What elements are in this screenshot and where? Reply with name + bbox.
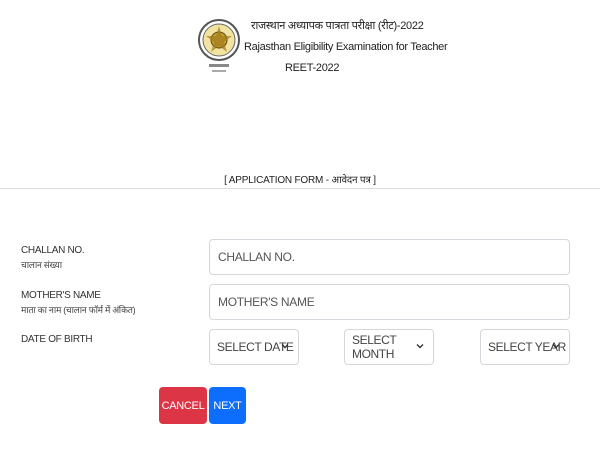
mother-name-label-hi: माता का नाम (चालान फॉर्म में अंकित): [21, 305, 136, 315]
mother-name-label-en: MOTHER'S NAME: [21, 290, 101, 301]
mother-name-label: MOTHER'S NAME माता का नाम (चालान फॉर्म म…: [21, 289, 136, 317]
emblem-logo-icon: [198, 19, 240, 72]
challan-label-hi: चालान संख्या: [21, 260, 62, 270]
chevron-down-icon: [552, 344, 560, 349]
mother-name-input[interactable]: [209, 284, 570, 320]
form-caption: [ APPLICATION FORM - आवेदन पत्र ]: [224, 175, 376, 186]
cancel-button[interactable]: CANCEL: [159, 387, 207, 424]
header-exam-name: REET-2022: [285, 62, 340, 74]
chevron-down-icon: [281, 344, 289, 349]
challan-input[interactable]: [209, 239, 570, 275]
divider: [0, 188, 600, 189]
challan-label-en: CHALLAN NO.: [21, 245, 85, 256]
chevron-down-icon: [416, 344, 424, 349]
year-select[interactable]: SELECT YEAR: [480, 329, 570, 365]
header-title-english: Rajasthan Eligibility Examination for Te…: [244, 41, 448, 53]
page-header: राजस्थान अध्यापक पात्रता परीक्षा (रीट)-2…: [0, 0, 600, 90]
header-title-hindi: राजस्थान अध्यापक पात्रता परीक्षा (रीट)-2…: [251, 20, 424, 32]
challan-label: CHALLAN NO. चालान संख्या: [21, 244, 85, 272]
month-select[interactable]: SELECT MONTH: [344, 329, 434, 365]
next-button[interactable]: NEXT: [209, 387, 246, 424]
dob-label: DATE OF BIRTH: [21, 334, 93, 345]
date-select[interactable]: SELECT DATE: [209, 329, 299, 365]
